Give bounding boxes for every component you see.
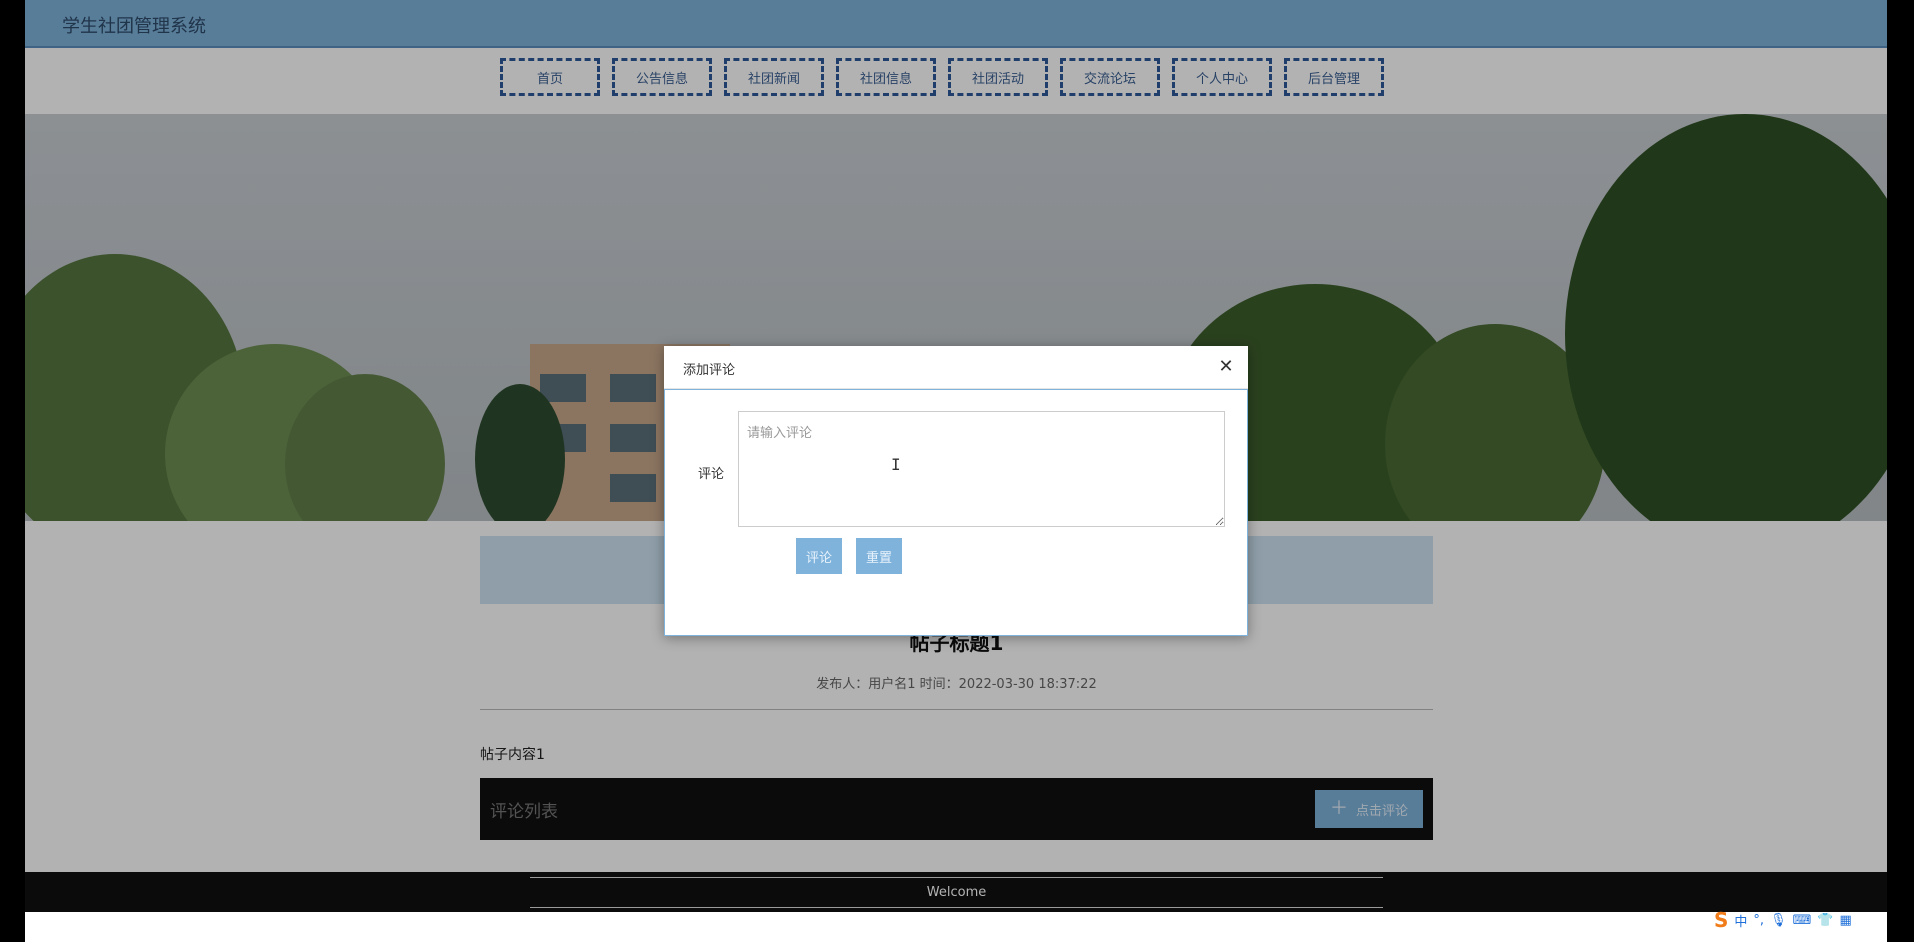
close-icon[interactable]: ✕ (1215, 355, 1237, 377)
text-cursor-icon: I (891, 455, 901, 474)
dialog-header: 添加评论 ✕ (664, 346, 1248, 389)
dialog-body: 评论 评论 重置 (664, 389, 1248, 636)
ime-lang-indicator[interactable]: 中 (1734, 911, 1747, 930)
sogou-icon[interactable]: S (1714, 908, 1728, 932)
submit-comment-button[interactable]: 评论 (796, 538, 842, 574)
microphone-icon[interactable]: 🎙 (1770, 913, 1787, 928)
apps-icon[interactable]: ▦ (1840, 913, 1852, 928)
dialog-title: 添加评论 (683, 363, 736, 378)
keyboard-icon[interactable]: ⌨ (1793, 913, 1812, 928)
skin-icon[interactable]: 👕 (1817, 913, 1833, 928)
add-comment-dialog: 添加评论 ✕ 评论 评论 重置 (664, 346, 1248, 636)
comment-field-label: 评论 (698, 467, 725, 482)
comment-input[interactable] (738, 411, 1225, 527)
system-tray: S 中 °, 🎙 ⌨ 👕 ▦ (1714, 908, 1852, 932)
right-margin (1887, 0, 1914, 942)
left-margin (0, 0, 25, 942)
page-frame: 学生社团管理系统 首页 公告信息 社团新闻 社团信息 社团活动 交流论坛 个人中… (25, 0, 1887, 942)
punctuation-icon[interactable]: °, (1753, 913, 1764, 928)
reset-button[interactable]: 重置 (856, 538, 902, 574)
